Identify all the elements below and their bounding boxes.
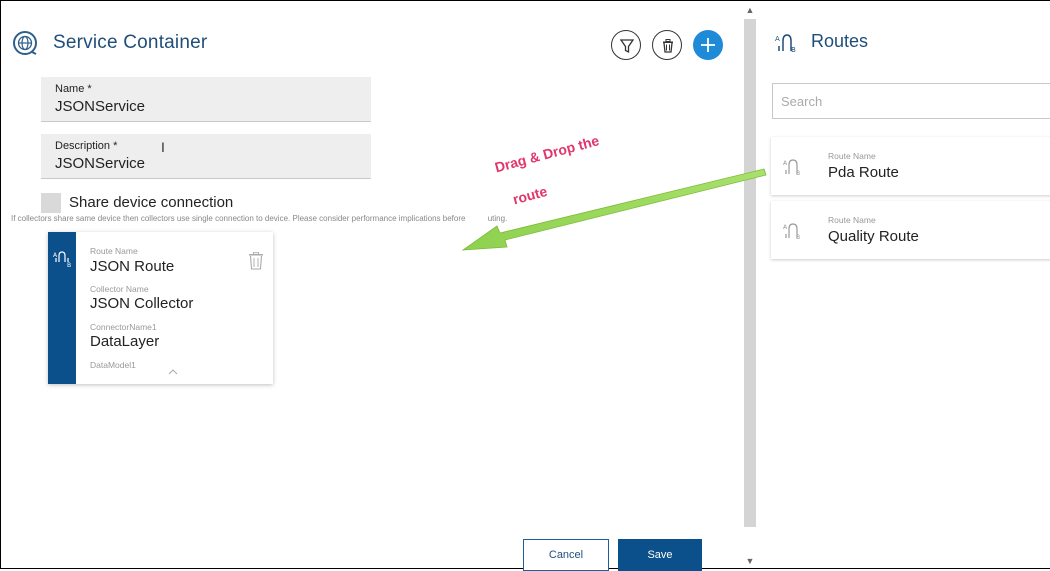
scroll-down-icon[interactable]: ▼ [745,556,755,566]
panel-header: Service Container [11,23,207,63]
save-button[interactable]: Save [618,539,702,571]
svg-text:A: A [775,35,780,43]
name-label: Name * [55,83,92,95]
description-field[interactable]: Description * JSONService [41,134,371,179]
route-icon: A B [783,223,800,239]
route-icon: A B [53,251,71,269]
route-name-label: Route Name [828,151,876,161]
scroll-up-icon[interactable]: ▲ [745,5,755,15]
route-search-input[interactable]: Search [772,83,1050,119]
add-button[interactable] [693,30,723,60]
name-value: JSONService [55,98,146,115]
svg-text:B: B [796,234,800,239]
name-field[interactable]: Name * JSONService [41,77,371,122]
connector-name-label: ConnectorName1 [90,322,157,332]
filter-icon [619,39,635,54]
globe-icon [13,31,37,55]
route-name-value: JSON Route [90,258,175,275]
route-card-band: A B [48,232,76,384]
description-value: JSONService [55,155,146,172]
trash-icon [663,39,673,53]
trash-icon[interactable] [248,252,264,270]
page-title: Service Container [53,32,208,53]
delete-button[interactable] [652,30,682,60]
connector-name-value: DataLayer [90,333,160,350]
route-list-item[interactable]: A B Route Name Quality Route [771,201,1050,259]
svg-text:B: B [67,262,71,269]
collector-name-value: JSON Collector [90,295,194,312]
routes-title: Routes [811,30,869,51]
svg-text:A: A [783,160,788,167]
svg-text:B: B [791,46,796,53]
svg-text:A: A [783,224,788,231]
chevron-up-icon[interactable] [168,368,178,376]
share-connection-label: Share device connection [69,194,234,211]
route-name-value: Quality Route [828,228,919,245]
description-label: Description * [55,140,118,152]
search-placeholder: Search [781,94,823,109]
route-name-label: Route Name [90,246,138,256]
route-name-label: Route Name [828,215,876,225]
route-icon: A B [783,159,800,175]
route-card[interactable]: A B Route Name JSON Route Collector Name… [48,232,273,384]
routes-panel: A B Routes Search A B Route Name Pda Rou… [757,1,1050,568]
route-name-value: Pda Route [828,164,899,181]
share-connection-checkbox[interactable] [41,193,61,213]
text-cursor-icon: I [161,139,165,155]
svg-text:A: A [53,252,58,259]
share-connection-note: If collectors share same device then col… [11,214,507,223]
scrollbar-thumb[interactable] [744,19,756,527]
share-note-text: If collectors share same device then col… [11,214,466,223]
collector-name-label: Collector Name [90,284,149,294]
plus-icon [701,38,715,52]
svg-text:B: B [796,170,800,175]
cancel-button[interactable]: Cancel [523,539,609,571]
share-note-tail: uting. [487,214,508,223]
filter-button[interactable] [611,30,641,60]
service-container-panel: Service Container Name * JSONService Des… [1,1,743,571]
route-list-item[interactable]: A B Route Name Pda Route [771,137,1050,195]
route-icon: A B [775,34,796,53]
scrollbar[interactable]: ▲ ▼ [743,1,757,568]
routes-header: A B Routes [775,29,869,54]
datamodel-label: DataModel1 [90,360,136,370]
